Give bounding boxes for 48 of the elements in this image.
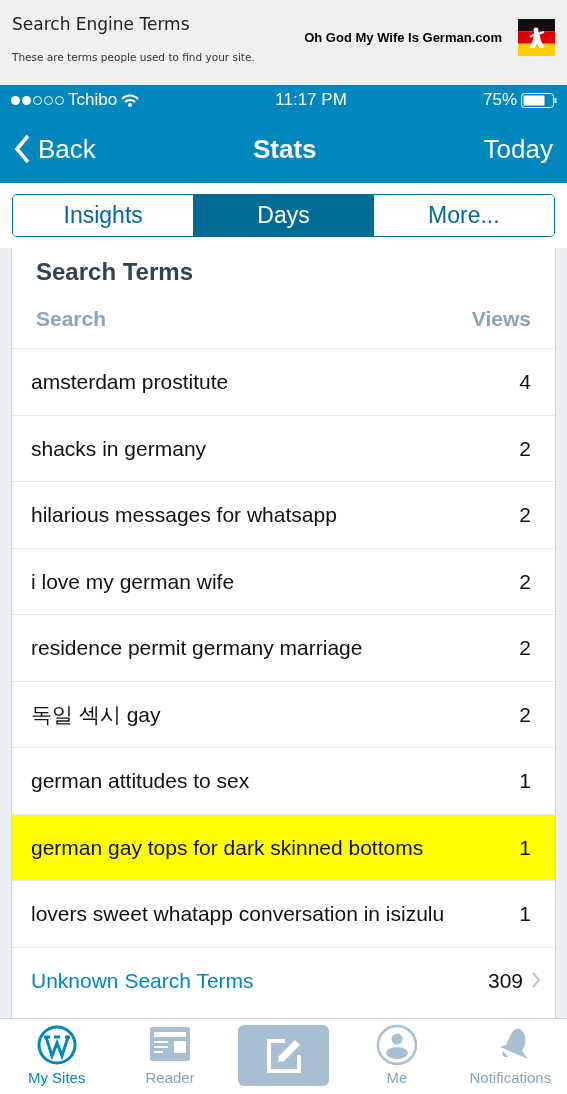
view-count: 1 xyxy=(519,834,531,861)
view-count: 1 xyxy=(519,768,531,794)
tab-bar-item[interactable]: My Sites xyxy=(0,1019,114,1094)
view-count: 2 xyxy=(519,435,531,462)
today-button[interactable]: Today xyxy=(483,129,553,169)
flag-icon xyxy=(518,19,555,56)
search-term: german attitudes to sex xyxy=(31,768,250,794)
search-term: german gay tops for dark skinned bottoms xyxy=(31,834,424,861)
view-count: 4 xyxy=(519,369,531,395)
site-name: Oh God My Wife Is German.com xyxy=(304,29,502,47)
view-count: 2 xyxy=(519,701,531,728)
nav-title: Stats xyxy=(252,132,317,166)
banner-title: Search Engine Terms xyxy=(12,13,191,36)
chevron-right-icon xyxy=(531,971,541,990)
tab-bar-item[interactable]: Me xyxy=(340,1019,454,1094)
view-count: 2 xyxy=(519,502,531,528)
status-time: 11:17 PM xyxy=(275,89,347,112)
wordpress-icon xyxy=(36,1025,77,1065)
search-term: shacks in germany xyxy=(31,435,207,462)
card-title: Search Terms xyxy=(35,257,194,287)
back-button[interactable]: Back xyxy=(14,129,96,169)
view-count: 1 xyxy=(519,901,531,927)
battery-percent: 75% xyxy=(482,89,517,112)
user-icon xyxy=(375,1024,418,1066)
view-count: 2 xyxy=(519,635,531,661)
search-term: i love my german wife xyxy=(31,568,235,595)
compose-icon xyxy=(264,1036,303,1075)
unknown-terms-link[interactable]: Unknown Search Terms xyxy=(31,964,254,996)
column-header: Search xyxy=(36,306,107,333)
column-header: Views xyxy=(471,306,531,333)
search-term: lovers sweet whatapp conversation in isizulu xyxy=(31,901,445,927)
search-term: 독일 섹시 gay xyxy=(31,701,161,728)
newspaper-icon xyxy=(150,1027,191,1063)
carrier-name: Tchibo xyxy=(68,89,118,112)
compose-button[interactable] xyxy=(238,1025,329,1086)
view-count: 309 xyxy=(487,967,523,994)
view-count: 2 xyxy=(519,568,531,595)
banner-subtitle: These are terms people used to find your site. xyxy=(12,49,255,65)
wifi-icon xyxy=(121,93,140,107)
search-term: residence permit germany marriage xyxy=(31,635,363,661)
tab-bar-item[interactable]: Notifications xyxy=(453,1019,567,1094)
tab[interactable]: Days xyxy=(193,195,374,236)
search-term: hilarious messages for whatsapp xyxy=(31,502,337,528)
tab-bar-item[interactable]: Reader xyxy=(113,1019,227,1094)
battery-icon xyxy=(521,92,557,108)
chevron-left-icon xyxy=(14,134,30,164)
signal-icon xyxy=(10,95,64,107)
search-term: amsterdam prostitute xyxy=(31,369,229,395)
